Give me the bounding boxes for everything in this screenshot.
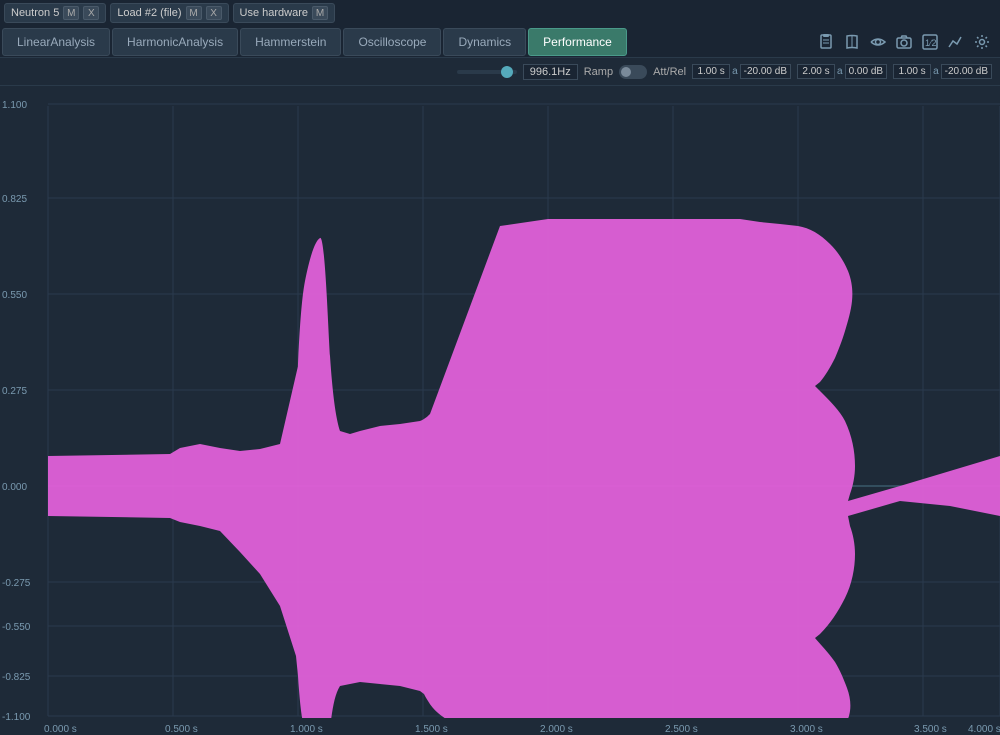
title-bar: Neutron 5 M X Load #2 (file) M X Use har… [0, 0, 1000, 26]
ramp-label: Ramp [584, 66, 613, 78]
toggle-knob [621, 67, 631, 77]
svg-text:-1.100: -1.100 [2, 712, 31, 723]
toolbar-icons: 1⁄2 [816, 32, 998, 52]
eye-icon[interactable] [868, 32, 888, 52]
freq-slider[interactable] [457, 70, 517, 74]
controls-bar: 996.1Hz Ramp Att/Rel 1.00 s a -20.00 dB … [0, 58, 1000, 86]
param-group-2: 2.00 s a 0.00 dB [797, 64, 887, 79]
neutron5-label: Neutron 5 [11, 7, 59, 19]
svg-text:3.000 s: 3.000 s [790, 724, 823, 735]
tab-oscilloscope[interactable]: Oscilloscope [343, 28, 441, 56]
camera-icon[interactable] [894, 32, 914, 52]
load-label: Load #2 (file) [117, 7, 181, 19]
chart-icon[interactable] [946, 32, 966, 52]
svg-text:1.500 s: 1.500 s [415, 724, 448, 735]
tab-performance[interactable]: Performance [528, 28, 627, 56]
chart-svg: 1.100 0.825 0.550 0.275 0.000 -0.275 -0.… [0, 86, 1000, 735]
svg-text:1.100: 1.100 [2, 100, 27, 111]
svg-text:2.000 s: 2.000 s [540, 724, 573, 735]
load-x-button[interactable]: X [206, 6, 222, 20]
clipboard-icon[interactable] [816, 32, 836, 52]
book-icon[interactable] [842, 32, 862, 52]
hardware-label: Use hardware [240, 7, 308, 19]
svg-text:-0.550: -0.550 [2, 622, 31, 633]
svg-text:3.500 s: 3.500 s [914, 724, 947, 735]
att-rel-toggle[interactable] [619, 65, 647, 79]
freq-display: 996.1Hz Ramp Att/Rel 1.00 s a -20.00 dB … [457, 64, 992, 80]
svg-text:0.825: 0.825 [2, 194, 27, 205]
svg-text:0.275: 0.275 [2, 386, 27, 397]
tab-harmonic-analysis[interactable]: HarmonicAnalysis [112, 28, 238, 56]
freq-slider-thumb [501, 66, 513, 78]
neutron5-x-button[interactable]: X [83, 6, 99, 20]
svg-text:0.500 s: 0.500 s [165, 724, 198, 735]
svg-text:0.000 s: 0.000 s [44, 724, 77, 735]
freq-value[interactable]: 996.1Hz [523, 64, 578, 80]
chart-area: Att/Rel #3: Neutron 5 Store [0, 86, 1000, 735]
svg-text:0.550: 0.550 [2, 290, 27, 301]
param1-db[interactable]: -20.00 dB [740, 64, 791, 79]
svg-text:1.000 s: 1.000 s [290, 724, 323, 735]
param2-db[interactable]: 0.00 dB [845, 64, 887, 79]
svg-text:4.000 s: 4.000 s [968, 724, 1000, 735]
param-group-1: 1.00 s a -20.00 dB [692, 64, 791, 79]
load-section: Load #2 (file) M X [110, 3, 228, 23]
load-m-button[interactable]: M [186, 6, 202, 20]
param1-unit: a [732, 66, 738, 77]
hardware-section: Use hardware M [233, 3, 335, 23]
tab-bar: LinearAnalysis HarmonicAnalysis Hammerst… [0, 26, 1000, 58]
number-icon[interactable]: 1⁄2 [920, 32, 940, 52]
settings-icon[interactable] [972, 32, 992, 52]
param3-unit: a [933, 66, 939, 77]
svg-text:-0.825: -0.825 [2, 672, 31, 683]
att-rel-label: Att/Rel [653, 66, 686, 78]
svg-text:0.000: 0.000 [2, 482, 27, 493]
tab-dynamics[interactable]: Dynamics [443, 28, 526, 56]
svg-text:2.500 s: 2.500 s [665, 724, 698, 735]
svg-text:-0.275: -0.275 [2, 578, 31, 589]
neutron5-section: Neutron 5 M X [4, 3, 106, 23]
neutron5-m-button[interactable]: M [63, 6, 79, 20]
param-group-3: 1.00 s a -20.00 dB [893, 64, 992, 79]
param2-unit: a [837, 66, 843, 77]
param2-time[interactable]: 2.00 s [797, 64, 835, 79]
hardware-m-button[interactable]: M [312, 6, 328, 20]
param3-time[interactable]: 1.00 s [893, 64, 931, 79]
tab-linear-analysis[interactable]: LinearAnalysis [2, 28, 110, 56]
param1-time[interactable]: 1.00 s [692, 64, 730, 79]
svg-text:1⁄2: 1⁄2 [925, 38, 937, 48]
param3-db[interactable]: -20.00 dB [941, 64, 992, 79]
tab-hammerstein[interactable]: Hammerstein [240, 28, 341, 56]
